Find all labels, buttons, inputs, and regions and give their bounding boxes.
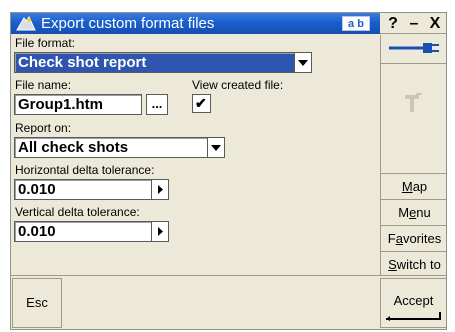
check-icon: ✔ (195, 95, 207, 111)
file-name-label: File name: (15, 78, 72, 92)
file-name-input[interactable]: Group1.htm (14, 94, 142, 115)
switch-to-button-accel: S (388, 257, 397, 272)
file-name-value: Group1.htm (18, 96, 103, 113)
view-created-file-label: View created file: (192, 78, 284, 92)
window-controls: ? – X (380, 13, 446, 34)
vertical-tolerance-value: 0.010 (18, 223, 56, 240)
menu-button-label-rest: nu (416, 205, 431, 220)
vertical-tolerance-arrow[interactable] (151, 221, 169, 242)
switch-to-button-label-rest: witch to (396, 257, 441, 272)
help-button[interactable]: ? (383, 14, 403, 33)
vertical-tolerance-input[interactable]: 0.010 (14, 221, 169, 242)
right-panel: Map Menu Favorites Switch to (380, 35, 446, 277)
vertical-tolerance-label: Vertical delta tolerance: (15, 205, 140, 219)
chevron-down-icon (211, 145, 221, 151)
chevron-right-icon (158, 185, 163, 194)
input-mode-indicator[interactable]: a b (342, 16, 370, 31)
map-button[interactable]: Map (381, 173, 446, 199)
favorites-button[interactable]: Favorites (381, 225, 446, 251)
accept-button[interactable]: Accept (380, 278, 446, 328)
minimize-button[interactable]: – (404, 14, 424, 33)
favorites-button-accel: a (395, 231, 403, 246)
menu-button[interactable]: Menu (381, 199, 446, 225)
horizontal-tolerance-label: Horizontal delta tolerance: (15, 163, 155, 177)
window-title: Export custom format files (41, 15, 215, 32)
favorites-button-label-rest: vorites (402, 231, 442, 246)
file-format-dropdown-arrow[interactable] (294, 52, 312, 73)
file-format-label: File format: (15, 36, 76, 50)
report-on-value: All check shots (18, 139, 129, 156)
horizontal-tolerance-input[interactable]: 0.010 (14, 179, 169, 200)
bottom-bar: Esc Accept (11, 275, 446, 329)
map-button-label-rest: ap (412, 179, 428, 194)
horizontal-tolerance-arrow[interactable] (151, 179, 169, 200)
title-bar: Export custom format files a b (11, 13, 380, 34)
report-on-dropdown-arrow[interactable] (207, 137, 225, 158)
file-format-value: Check shot report (18, 54, 147, 71)
close-button[interactable]: X (425, 14, 445, 33)
report-on-label: Report on: (15, 121, 72, 135)
view-created-file-checkbox[interactable]: ✔ (192, 94, 211, 113)
chevron-down-icon (298, 60, 308, 66)
file-format-dropdown[interactable]: Check shot report (14, 52, 311, 73)
menu-button-accel-pre: M (398, 205, 410, 220)
device-screen: Export custom format files a b ? – X Fil… (10, 12, 447, 330)
accept-button-label: Accept (393, 293, 434, 308)
map-button-accel: M (401, 179, 413, 194)
enter-key-icon (386, 312, 441, 321)
report-on-dropdown[interactable]: All check shots (14, 137, 224, 158)
esc-button[interactable]: Esc (12, 278, 62, 328)
switch-to-button[interactable]: Switch to (381, 251, 446, 277)
export-form: File format: Check shot report File name… (11, 34, 380, 275)
antenna-icon (405, 93, 422, 112)
survey-app-icon (16, 16, 36, 31)
chevron-right-icon (158, 227, 163, 236)
connection-icon (389, 43, 439, 53)
horizontal-tolerance-value: 0.010 (18, 181, 56, 198)
antenna-status-button[interactable] (381, 63, 446, 173)
browse-button[interactable]: ... (146, 94, 168, 115)
connection-status-button[interactable] (381, 35, 446, 63)
favorites-button-accel-pre: F (387, 231, 396, 246)
